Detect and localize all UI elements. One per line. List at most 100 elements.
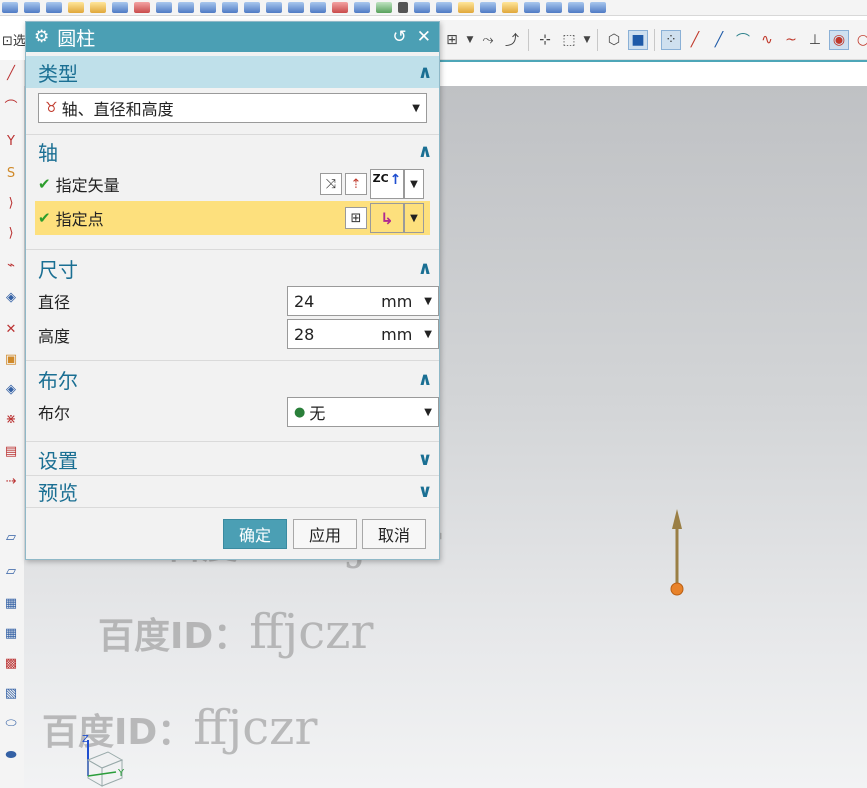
toolbar-icon[interactable] [458,2,474,13]
toolbar-icon[interactable] [112,2,128,13]
box-select-icon[interactable]: ⬚ [559,30,579,50]
toolbar-icon[interactable] [200,2,216,13]
extract-icon[interactable]: ▣ [3,352,19,368]
boolean-select[interactable]: ● 无 ▼ [287,397,439,427]
toolbar-icon[interactable] [310,2,326,13]
close-icon[interactable]: ✕ [417,27,431,47]
curve-icon[interactable]: ∿ [757,30,777,50]
toolbar-icon[interactable] [436,2,452,13]
toolbar-icon[interactable] [244,2,260,13]
vector-dialog-icon[interactable]: ⇡ [345,173,367,195]
solid-icon[interactable]: ⬡ [604,30,624,50]
toolbar-icon[interactable] [568,2,584,13]
toolbar-icon[interactable] [288,2,304,13]
dialog-title-bar[interactable]: ⚙ 圆柱 ↺ ✕ [26,22,439,52]
curve-icon[interactable]: Y [3,134,19,150]
toolbar-icon[interactable] [178,2,194,13]
pattern-icon[interactable]: ▩ [3,656,19,672]
intersect-icon[interactable]: ✕ [3,322,19,338]
cancel-button[interactable]: 取消 [362,519,426,549]
chevron-down-icon[interactable]: ▼ [424,407,432,418]
surface-icon[interactable]: ◈ [3,290,19,306]
toolbar-icon[interactable] [222,2,238,13]
point-dialog-icon[interactable]: ⊞ [345,207,367,229]
move-icon[interactable]: ⤴ [502,30,522,50]
toolbar-icon[interactable] [398,2,408,13]
toolbar-icon[interactable] [90,2,106,13]
chevron-down-icon[interactable]: ▼ [412,103,420,114]
face-icon[interactable]: ▱ [3,564,19,580]
chevron-down-icon[interactable]: ▼ [404,169,424,199]
point-snap-icon[interactable]: ⁘ [661,29,681,50]
perpendicular-icon[interactable]: ⊥ [805,30,825,50]
chevron-down-icon[interactable]: ▼ [466,30,474,50]
cylinder-icon[interactable]: ⬭ [3,716,19,732]
sweep-icon[interactable]: ⬬ [3,748,19,764]
curve-tool-icon[interactable]: ⌁ [3,258,19,274]
toolbar-icon[interactable] [590,2,606,13]
line-icon[interactable]: ╱ [3,66,19,82]
select-icon[interactable]: ⊹ [535,30,555,50]
axis-section-header[interactable]: 轴 ∧ [26,135,439,167]
toolbar-icon[interactable] [2,2,18,13]
toolbar-icon[interactable] [546,2,562,13]
vector-type-box[interactable]: ZC ↑ [370,169,404,199]
type-section-header[interactable]: 类型 ∧ [26,56,439,88]
box-icon[interactable]: ▤ [3,444,19,460]
chevron-up-icon[interactable]: ∧ [417,369,433,390]
reset-icon[interactable]: ↺ [393,27,407,47]
chevron-down-icon[interactable]: ∨ [417,449,433,470]
center-icon[interactable]: ◉ [829,29,849,50]
gear-icon[interactable]: ⚙ [34,27,49,47]
toolbar-icon[interactable] [266,2,282,13]
settings-section-header[interactable]: 设置 ∨ [26,444,439,476]
snap-dropdown-icon[interactable]: ⊞ [442,30,462,50]
move-icon[interactable]: ⤳ [478,30,498,50]
toolbar-icon[interactable] [134,2,150,13]
line-snap-icon[interactable]: ╱ [685,30,705,50]
boolean-section-header[interactable]: 布尔 ∧ [26,363,439,395]
arrow-icon[interactable]: ⇢ [3,474,19,490]
specify-point-row[interactable]: ✔ 指定点 ⊞ ↳ ▼ [35,201,430,235]
ok-button[interactable]: 确定 [223,519,287,549]
chevron-down-icon[interactable]: ▼ [424,296,432,307]
toolbar-icon[interactable] [68,2,84,13]
chevron-down-icon[interactable]: ▼ [404,203,424,233]
toolbar-icon[interactable] [376,2,392,13]
diameter-input[interactable]: 24 mm ▼ [287,286,439,316]
spline-icon[interactable]: S [3,166,19,182]
chevron-down-icon[interactable]: ▼ [583,30,591,50]
type-select[interactable]: ♉ 轴、直径和高度 ▼ [38,93,427,123]
toolbar-icon[interactable] [332,2,348,13]
toolbar-icon[interactable] [480,2,496,13]
arc-icon[interactable]: ⌒ [3,100,19,116]
origin-point[interactable] [670,582,684,596]
specify-vector-row[interactable]: ✔ 指定矢量 ⤨ ⇡ ZC ↑ ▼ [38,167,427,201]
toolbar-icon[interactable] [156,2,172,13]
reverse-vector-icon[interactable]: ⤨ [320,173,342,195]
dimension-section-header[interactable]: 尺寸 ∧ [26,252,439,284]
chevron-up-icon[interactable]: ∧ [417,258,433,279]
wave-icon[interactable]: ~ [781,30,801,50]
toolbar-icon[interactable] [524,2,540,13]
preview-section-header[interactable]: 预览 ∨ [26,476,439,508]
circle-icon[interactable]: ○ [853,30,867,50]
point-type-box[interactable]: ↳ [370,203,404,233]
bracket-icon[interactable]: ⟩ [3,226,19,242]
chevron-down-icon[interactable]: ∨ [417,481,433,502]
chevron-down-icon[interactable]: ▼ [424,329,432,340]
curve-icon[interactable]: ⌒ [733,30,753,50]
toolbar-icon[interactable] [414,2,430,13]
face-icon[interactable]: ▱ [3,530,19,546]
toolbar-icon[interactable] [46,2,62,13]
height-input[interactable]: 28 mm ▼ [287,319,439,349]
mesh-icon[interactable]: ▦ [3,626,19,642]
body-icon[interactable]: ▧ [3,686,19,702]
surface-icon[interactable]: ◈ [3,382,19,398]
toolbar-icon[interactable] [24,2,40,13]
vector-preview[interactable] [660,505,694,601]
apply-button[interactable]: 应用 [293,519,357,549]
project-icon[interactable]: ⋇ [3,412,19,428]
toolbar-icon[interactable] [354,2,370,13]
chevron-up-icon[interactable]: ∧ [417,141,433,162]
